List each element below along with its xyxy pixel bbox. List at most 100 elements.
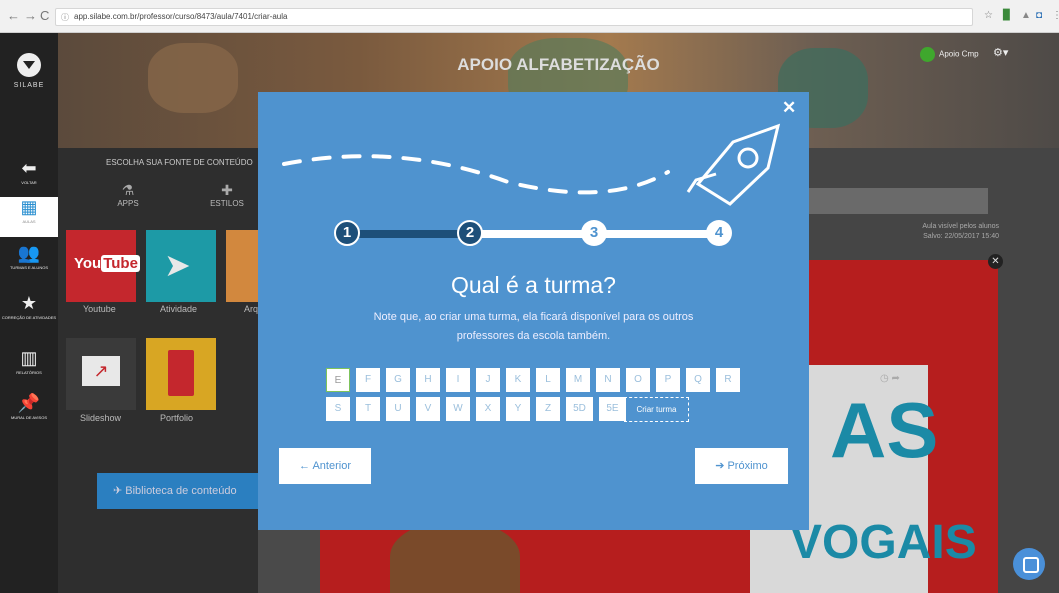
arrow-left-icon: ⬅ — [21, 158, 37, 178]
class-letter-button[interactable]: W — [446, 397, 470, 421]
class-letter-button[interactable]: L — [536, 368, 560, 392]
content-source-panel: ESCOLHA SUA FONTE DE CONTEÚDO ⚗ APPS ✚ E… — [58, 148, 259, 593]
gear-icon[interactable]: ⚙▾ — [993, 46, 1008, 59]
class-letter-button[interactable]: G — [386, 368, 410, 392]
close-icon[interactable]: ✕ — [988, 254, 1003, 269]
tile-label: Portfolio — [160, 413, 194, 423]
menu-icon[interactable]: ⋮ — [1052, 10, 1059, 22]
poster-text: VOGAIS — [790, 516, 977, 569]
sidebar-item-correcao[interactable]: ★ CORREÇÃO DE ATIVIDADES — [0, 293, 58, 333]
sidebar-item-label: TURMAS E ALUNOS — [9, 265, 48, 270]
extension-icon[interactable]: ▉ — [1003, 10, 1011, 22]
tile-label: Atividade — [160, 304, 198, 314]
class-letter-button[interactable]: K — [506, 368, 530, 392]
sidebar-item-voltar[interactable]: ⬅ VOLTAR — [0, 158, 58, 198]
visibility-text: Aula visível pelos alunos — [922, 223, 999, 230]
page-title: APOIO ALFABETIZAÇÃO — [457, 55, 660, 74]
paintbrush-icon — [168, 350, 194, 396]
tile-atividade[interactable]: ➤ — [146, 230, 216, 302]
class-letter-button[interactable]: 5D — [566, 397, 593, 421]
create-class-modal: ✕ 1 2 3 4 Qual é a turma? Note que, ao c… — [258, 92, 809, 530]
class-letter-button[interactable]: O — [626, 368, 650, 392]
tile-label: Arq — [244, 304, 259, 314]
extension-icon[interactable]: ◘ — [1036, 10, 1042, 22]
create-class-button[interactable]: Criar turma — [624, 397, 689, 422]
rocket-illustration — [282, 123, 781, 206]
class-letter-button[interactable]: I — [446, 368, 470, 392]
title-input-bar[interactable] — [798, 188, 988, 214]
step-indicator: 1 — [334, 220, 360, 246]
paper-plane-icon: ✈ — [113, 485, 126, 497]
clock-icon[interactable]: ◷ ➦ — [880, 373, 900, 384]
content-panel-title: ESCOLHA SUA FONTE DE CONTEÚDO — [106, 158, 253, 167]
app-sidebar: SILABE ⬅ VOLTAR ▦ AULAS 👥 TURMAS E ALUNO… — [0, 33, 58, 593]
class-letter-button[interactable]: 5E — [599, 397, 626, 421]
class-letter-button[interactable]: U — [386, 397, 410, 421]
step-indicator: 4 — [706, 220, 732, 246]
tile-arquivo[interactable] — [226, 230, 258, 302]
class-letter-button[interactable]: E — [326, 368, 350, 392]
class-letter-button[interactable]: X — [476, 397, 500, 421]
bar-chart-icon: ▥ — [20, 348, 38, 368]
tile-label: Youtube — [83, 304, 116, 314]
banner-decoration — [148, 43, 238, 113]
user-menu[interactable]: Apoio Cmp — [920, 47, 979, 62]
class-letter-button[interactable]: J — [476, 368, 500, 392]
address-bar[interactable]: ⓘ app.silabe.com.br/professor/curso/8473… — [55, 8, 973, 26]
sidebar-item-label: RELATÓRIOS — [16, 370, 42, 375]
tab-apps[interactable]: ⚗ APPS — [103, 182, 153, 208]
class-letter-button[interactable]: V — [416, 397, 440, 421]
star-icon: ★ — [20, 293, 38, 313]
tile-slideshow[interactable]: ↗ — [66, 338, 136, 410]
library-button[interactable]: ✈ Biblioteca de conteúdo — [97, 473, 259, 509]
sidebar-item-turmas[interactable]: 👥 TURMAS E ALUNOS — [0, 243, 58, 283]
sidebar-item-label: CORREÇÃO DE ATIVIDADES — [1, 315, 57, 320]
class-letter-button[interactable]: P — [656, 368, 680, 392]
silabe-logo-icon — [17, 53, 41, 77]
logo-text: SILABE — [13, 82, 45, 89]
paper-plane-icon: ➤ — [164, 247, 191, 283]
class-letter-button[interactable]: N — [596, 368, 620, 392]
tab-estilos[interactable]: ✚ ESTILOS — [202, 182, 252, 208]
sidebar-item-mural[interactable]: 📌 MURAL DE AVISOS — [0, 393, 58, 433]
modal-title: Qual é a turma? — [451, 272, 616, 298]
grid-icon: ▦ — [20, 197, 38, 217]
back-arrow-icon[interactable]: ← — [7, 9, 20, 23]
class-letter-button[interactable]: T — [356, 397, 380, 421]
info-icon: ⓘ — [61, 13, 69, 22]
sidebar-item-aulas[interactable]: ▦ AULAS — [0, 197, 58, 237]
sidebar-item-label: AULAS — [22, 219, 36, 224]
class-letter-button[interactable]: S — [326, 397, 350, 421]
class-letter-button[interactable]: F — [356, 368, 380, 392]
avatar — [920, 47, 935, 62]
step-indicator: 2 — [457, 220, 483, 246]
flask-icon: ⚗ — [121, 182, 135, 198]
tab-label: APPS — [117, 199, 139, 208]
slideshow-icon: ↗ — [82, 356, 120, 386]
reload-icon[interactable]: C — [40, 9, 49, 23]
url-text: app.silabe.com.br/professor/curso/8473/a… — [74, 12, 288, 21]
tile-portfolio[interactable] — [146, 338, 216, 410]
class-letter-button[interactable]: H — [416, 368, 440, 392]
poster-text: AS — [830, 386, 939, 474]
previous-button[interactable]: ← Anterior — [279, 448, 371, 484]
pin-icon: 📌 — [17, 393, 41, 413]
sidebar-item-relatorios[interactable]: ▥ RELATÓRIOS — [0, 348, 58, 388]
star-bookmark-icon[interactable]: ☆ — [984, 10, 993, 22]
tab-label: ESTILOS — [210, 199, 244, 208]
chat-bubble-icon[interactable] — [1013, 548, 1045, 580]
user-name: Apoio Cmp — [939, 49, 979, 59]
users-icon: 👥 — [17, 243, 41, 263]
step-indicator: 3 — [581, 220, 607, 246]
class-letter-button[interactable]: M — [566, 368, 590, 392]
sidebar-item-label: MURAL DE AVISOS — [10, 415, 47, 420]
tile-youtube[interactable]: You Tube — [66, 230, 140, 302]
puzzle-icon: ✚ — [221, 182, 233, 198]
forward-arrow-icon[interactable]: → — [24, 9, 37, 23]
class-letter-button[interactable]: Q — [686, 368, 710, 392]
class-letter-button[interactable]: Y — [506, 397, 530, 421]
extension-icon[interactable]: ▲ — [1021, 10, 1031, 22]
next-button[interactable]: ➔ Próximo — [695, 448, 788, 484]
class-letter-button[interactable]: Z — [536, 397, 560, 421]
class-letter-button[interactable]: R — [716, 368, 740, 392]
